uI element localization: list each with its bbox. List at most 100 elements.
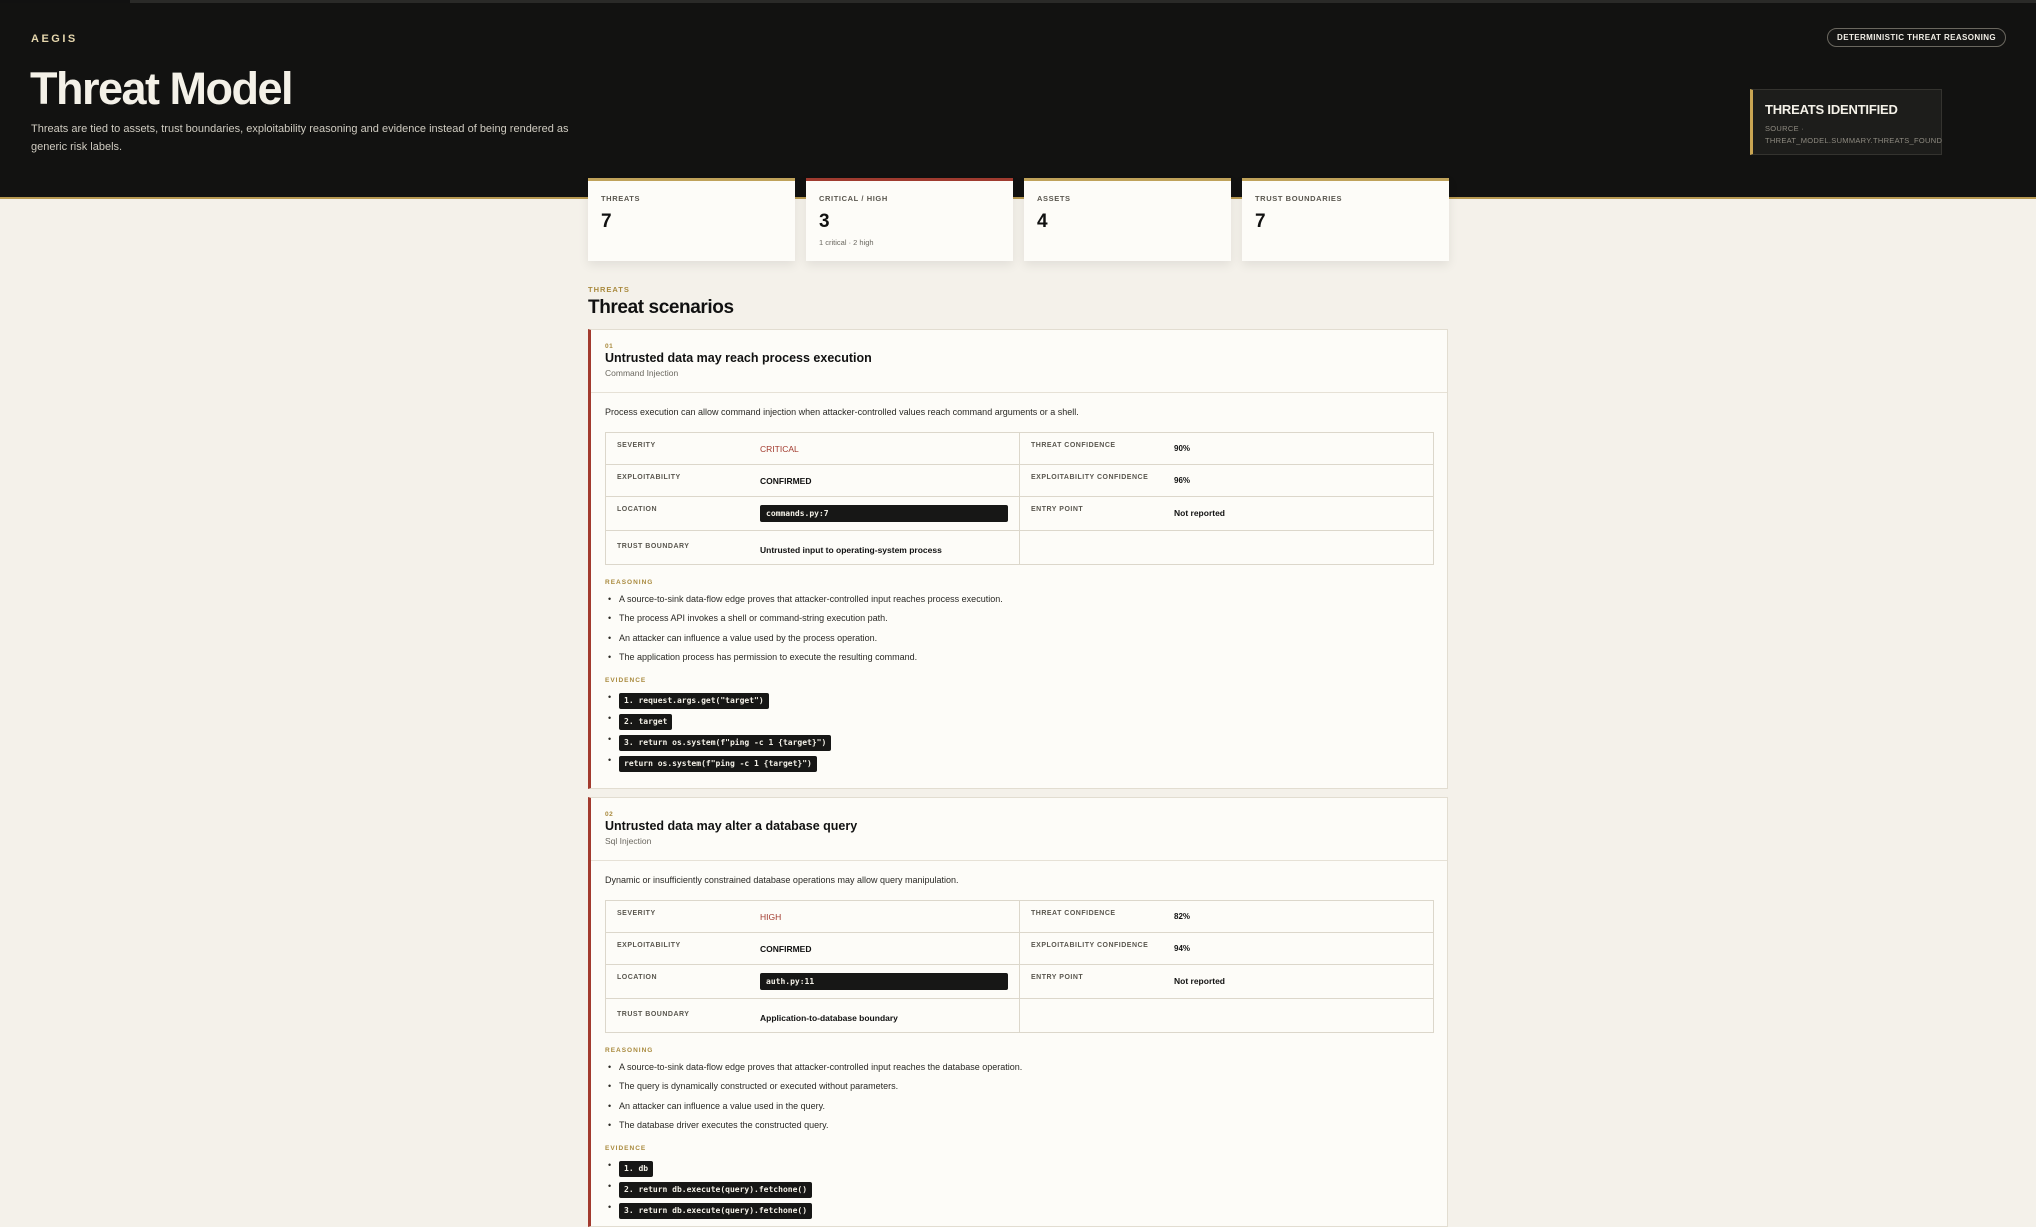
evidence-item: return os.system(f"ping -c 1 {target}") bbox=[605, 753, 831, 774]
threat-description: Process execution can allow command inje… bbox=[605, 407, 1079, 417]
stat-label: ASSETS bbox=[1037, 194, 1071, 203]
severity-cell: SEVERITY CRITICAL bbox=[606, 433, 1020, 465]
exploitability-confidence-value: 94% bbox=[1174, 944, 1191, 953]
location-label: LOCATION bbox=[617, 974, 658, 981]
threat-title: Untrusted data may reach process executi… bbox=[605, 351, 872, 365]
evidence-list: 1. request.args.get("target") 2. target … bbox=[605, 690, 832, 774]
reasoning-item: The query is dynamically constructed or … bbox=[605, 1080, 1022, 1099]
threat-category: Command Injection bbox=[605, 368, 679, 378]
reasoning-item: A source-to-sink data-flow edge proves t… bbox=[605, 593, 1003, 612]
reasoning-item: The database driver executes the constru… bbox=[605, 1119, 1022, 1138]
stats-row: THREATS 7 CRITICAL / HIGH 3 1 critical ·… bbox=[588, 178, 1450, 261]
evidence-code[interactable]: 3. return os.system(f"ping -c 1 {target}… bbox=[619, 735, 832, 751]
divider bbox=[591, 860, 1447, 861]
brand-logo[interactable]: AEGIS bbox=[31, 33, 78, 45]
stat-value: 3 bbox=[819, 211, 830, 232]
exploitability-confidence-cell: EXPLOITABILITY CONFIDENCE 94% bbox=[1020, 933, 1433, 965]
threat-card[interactable]: 02 Untrusted data may alter a database q… bbox=[588, 797, 1448, 1227]
reasoning-list: A source-to-sink data-flow edge proves t… bbox=[605, 593, 1003, 670]
page-description: Threats are tied to assets, trust bounda… bbox=[31, 123, 569, 153]
exploitability-confidence-label: EXPLOITABILITY CONFIDENCE bbox=[1031, 942, 1149, 949]
stat-label: CRITICAL / HIGH bbox=[819, 194, 888, 203]
threat-confidence-value: 90% bbox=[1174, 444, 1191, 453]
stat-card-trust-boundaries: TRUST BOUNDARIES 7 bbox=[1242, 178, 1449, 261]
exploitability-value: CONFIRMED bbox=[760, 944, 812, 954]
trust-boundary-label: TRUST BOUNDARY bbox=[617, 1011, 690, 1018]
stat-value: 7 bbox=[601, 211, 612, 232]
location-code[interactable]: auth.py:11 bbox=[760, 973, 1008, 990]
evidence-code[interactable]: return os.system(f"ping -c 1 {target}") bbox=[619, 756, 817, 772]
reasoning-list: A source-to-sink data-flow edge proves t… bbox=[605, 1061, 1022, 1138]
threats-identified-source: SOURCE · THREAT_MODEL.SUMMARY.THREATS_FO… bbox=[1765, 124, 1943, 145]
entry-point-label: ENTRY POINT bbox=[1031, 506, 1084, 513]
reasoning-item: The process API invokes a shell or comma… bbox=[605, 612, 1003, 631]
evidence-code[interactable]: 3. return db.execute(query).fetchone() bbox=[619, 1203, 813, 1219]
evidence-code[interactable]: 2. target bbox=[619, 714, 673, 730]
severity-value: HIGH bbox=[760, 912, 782, 922]
exploitability-label: EXPLOITABILITY bbox=[617, 942, 681, 949]
evidence-item: 1. request.args.get("target") bbox=[605, 690, 831, 711]
reasoning-item: An attacker can influence a value used i… bbox=[605, 1100, 1022, 1119]
threat-confidence-value: 82% bbox=[1174, 912, 1191, 921]
exploitability-confidence-cell: EXPLOITABILITY CONFIDENCE 96% bbox=[1020, 465, 1433, 497]
location-label: LOCATION bbox=[617, 506, 658, 513]
trust-boundary-value: Application-to-database boundary bbox=[760, 1013, 898, 1023]
stat-value: 4 bbox=[1037, 211, 1048, 232]
threat-description: Dynamic or insufficiently constrained da… bbox=[605, 875, 959, 885]
threat-confidence-cell: THREAT CONFIDENCE 82% bbox=[1020, 901, 1433, 933]
location-cell: LOCATION auth.py:11 bbox=[606, 965, 1020, 999]
stat-label: THREATS bbox=[601, 194, 641, 203]
threat-header: 02 Untrusted data may alter a database q… bbox=[605, 798, 1447, 860]
divider bbox=[591, 392, 1447, 393]
entry-point-cell: ENTRY POINT Not reported bbox=[1020, 965, 1433, 999]
reasoning-label: REASONING bbox=[605, 579, 654, 586]
exploitability-value: CONFIRMED bbox=[760, 476, 812, 486]
entry-point-value: Not reported bbox=[1174, 976, 1225, 986]
severity-label: SEVERITY bbox=[617, 910, 656, 917]
reasoning-label: REASONING bbox=[605, 1047, 654, 1054]
evidence-code[interactable]: 2. return db.execute(query).fetchone() bbox=[619, 1182, 813, 1198]
stat-card-threats: THREATS 7 bbox=[588, 178, 795, 261]
stat-card-critical-high: CRITICAL / HIGH 3 1 critical · 2 high bbox=[806, 178, 1013, 261]
threats-identified-card: THREATS IDENTIFIED SOURCE · THREAT_MODEL… bbox=[1750, 89, 1942, 155]
reasoning-item: The application process has permission t… bbox=[605, 651, 1003, 670]
threat-confidence-label: THREAT CONFIDENCE bbox=[1031, 910, 1116, 917]
exploitability-cell: EXPLOITABILITY CONFIRMED bbox=[606, 933, 1020, 965]
evidence-item: 3. return db.execute(query).fetchone() bbox=[605, 1200, 813, 1221]
threat-confidence-cell: THREAT CONFIDENCE 90% bbox=[1020, 433, 1433, 465]
evidence-label: EVIDENCE bbox=[605, 677, 647, 684]
location-cell: LOCATION commands.py:7 bbox=[606, 497, 1020, 531]
section-title: Threat scenarios bbox=[588, 297, 734, 318]
exploitability-confidence-label: EXPLOITABILITY CONFIDENCE bbox=[1031, 474, 1149, 481]
section-eyebrow: THREATS bbox=[588, 285, 630, 294]
trust-boundary-cell: TRUST BOUNDARY Application-to-database b… bbox=[606, 999, 1020, 1032]
exploitability-cell: EXPLOITABILITY CONFIRMED bbox=[606, 465, 1020, 497]
exploitability-label: EXPLOITABILITY bbox=[617, 474, 681, 481]
evidence-label: EVIDENCE bbox=[605, 1145, 647, 1152]
entry-point-cell: ENTRY POINT Not reported bbox=[1020, 497, 1433, 531]
stat-subtext: 1 critical · 2 high bbox=[819, 238, 874, 247]
deterministic-badge: DETERMINISTIC THREAT REASONING bbox=[1827, 28, 2006, 47]
threat-detail-grid: SEVERITY HIGH THREAT CONFIDENCE 82% EXPL… bbox=[605, 900, 1434, 1033]
reasoning-item: An attacker can influence a value used b… bbox=[605, 632, 1003, 651]
evidence-code[interactable]: 1. request.args.get("target") bbox=[619, 693, 769, 709]
stat-label: TRUST BOUNDARIES bbox=[1255, 194, 1343, 203]
threat-title: Untrusted data may alter a database quer… bbox=[605, 819, 858, 833]
stat-card-assets: ASSETS 4 bbox=[1024, 178, 1231, 261]
entry-point-value: Not reported bbox=[1174, 508, 1225, 518]
trust-boundary-value: Untrusted input to operating-system proc… bbox=[760, 545, 942, 555]
threat-id: 02 bbox=[605, 811, 614, 818]
threat-card[interactable]: 01 Untrusted data may reach process exec… bbox=[588, 329, 1448, 789]
reasoning-item: A source-to-sink data-flow edge proves t… bbox=[605, 1061, 1022, 1080]
stat-value: 7 bbox=[1255, 211, 1266, 232]
severity-value: CRITICAL bbox=[760, 444, 799, 454]
evidence-code[interactable]: 1. db bbox=[619, 1161, 654, 1177]
hero-header: AEGIS Threat Model Threats are tied to a… bbox=[0, 3, 2036, 199]
threat-detail-grid: SEVERITY CRITICAL THREAT CONFIDENCE 90% … bbox=[605, 432, 1434, 565]
threat-confidence-label: THREAT CONFIDENCE bbox=[1031, 442, 1116, 449]
trust-boundary-label: TRUST BOUNDARY bbox=[617, 543, 690, 550]
location-code[interactable]: commands.py:7 bbox=[760, 505, 1008, 522]
evidence-item: 2. target bbox=[605, 711, 831, 732]
severity-label: SEVERITY bbox=[617, 442, 656, 449]
evidence-item: 2. return db.execute(query).fetchone() bbox=[605, 1179, 813, 1200]
